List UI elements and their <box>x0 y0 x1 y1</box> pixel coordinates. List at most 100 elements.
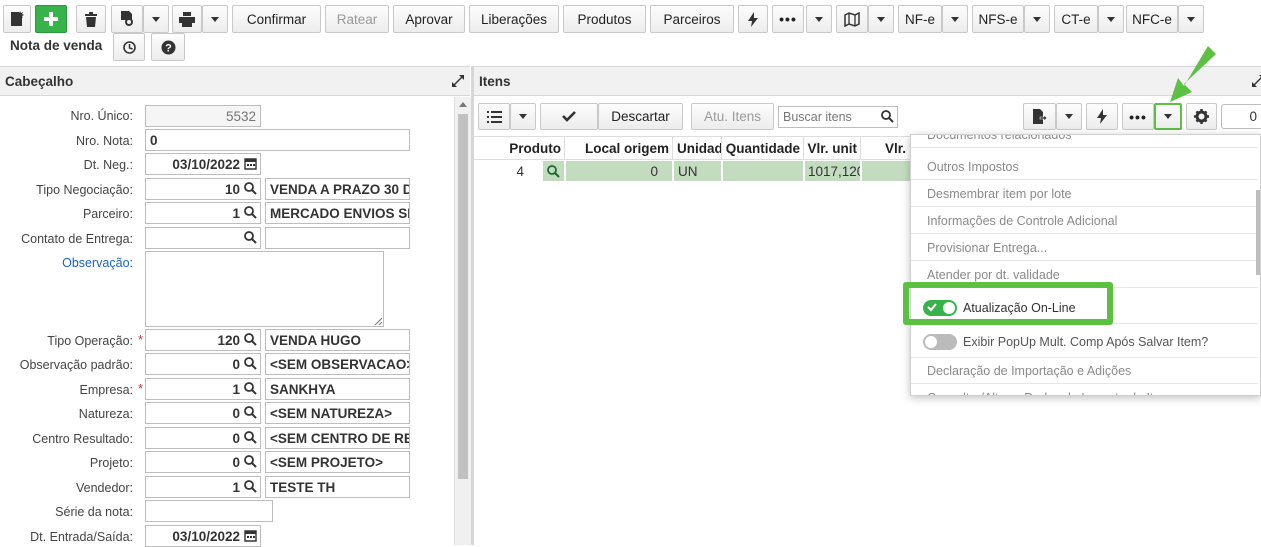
buscar-itens-input[interactable]: Buscar itens <box>778 106 898 128</box>
settings-button[interactable] <box>1186 103 1217 130</box>
cell-produto-lookup[interactable] <box>543 161 564 181</box>
produtos-button[interactable]: Produtos <box>563 5 646 33</box>
nfe-button[interactable]: NF-e <box>898 5 942 33</box>
obs-padrao-code-field[interactable]: 0 <box>145 353 261 375</box>
cte-button[interactable]: CT-e <box>1054 5 1098 33</box>
atu-itens-button[interactable]: Atu. Itens <box>691 103 774 130</box>
list-view-button[interactable] <box>478 103 510 130</box>
liberacoes-button[interactable]: Liberações <box>469 5 559 33</box>
menu-item-declaracao-importacao[interactable]: Declaração de Importação e Adições <box>911 358 1258 384</box>
search-icon[interactable] <box>244 382 257 395</box>
nfse-button[interactable]: NFS-e <box>972 5 1024 33</box>
actions-button[interactable] <box>738 5 768 33</box>
cabecalho-scrollbar[interactable] <box>454 97 471 545</box>
cell-vlr-unit[interactable]: 1017,120 <box>805 161 860 181</box>
dt-neg-field[interactable]: 03/10/2022 <box>145 153 261 175</box>
col-local-origem[interactable]: Local origem <box>565 137 673 159</box>
new-document-button[interactable] <box>3 5 31 33</box>
calendar-icon[interactable] <box>244 157 257 170</box>
search-icon[interactable] <box>244 455 257 468</box>
scroll-up-arrow[interactable] <box>459 102 467 107</box>
obs-padrao-desc-field[interactable]: <SEM OBSERVACAO> <box>265 353 410 375</box>
resize-handle-icon[interactable] <box>373 316 382 325</box>
contato-entrega-desc-field[interactable] <box>265 227 410 249</box>
menu-scrollbar-thumb[interactable] <box>1256 190 1260 275</box>
natureza-code-field[interactable]: 0 <box>145 402 261 424</box>
item-more-button[interactable]: ••• <box>1122 103 1154 130</box>
centro-resultado-desc-field[interactable]: <SEM CENTRO DE RE <box>265 427 410 449</box>
expand-icon[interactable] <box>452 75 464 87</box>
empresa-desc-field[interactable]: SANKHYA <box>265 378 410 400</box>
refresh-button[interactable] <box>113 33 145 61</box>
serie-nota-field[interactable] <box>145 500 273 522</box>
export-button[interactable] <box>1023 103 1056 130</box>
tipo-negociacao-desc-field[interactable]: VENDA A PRAZO 30 D <box>265 178 410 200</box>
cell-vlr-total[interactable] <box>862 161 910 181</box>
print-dropdown-button[interactable] <box>202 5 228 33</box>
tipo-operacao-code-field[interactable]: 120 <box>145 329 261 351</box>
col-unidade[interactable]: Unidad <box>673 137 722 159</box>
parceiro-code-field[interactable]: 1 <box>145 202 261 224</box>
projeto-code-field[interactable]: 0 <box>145 451 261 473</box>
vendedor-desc-field[interactable]: TESTE TH <box>265 476 410 498</box>
search-icon[interactable] <box>547 164 560 178</box>
preview-dropdown-button[interactable] <box>143 5 169 33</box>
more-button[interactable]: ••• <box>772 5 804 33</box>
nfce-button[interactable]: NFC-e <box>1126 5 1178 33</box>
search-icon[interactable] <box>244 431 257 444</box>
menu-item-desmembrar[interactable]: Desmembrar item por lote <box>911 181 1258 207</box>
calendar-icon[interactable] <box>244 529 257 542</box>
add-button[interactable] <box>35 5 67 33</box>
search-icon[interactable] <box>244 182 257 195</box>
col-produto[interactable]: Produto <box>474 137 565 159</box>
parceiro-desc-field[interactable]: MERCADO ENVIOS SE <box>265 202 410 224</box>
menu-item-controle-adicional[interactable]: Informações de Controle Adicional <box>911 208 1258 234</box>
cell-produto[interactable]: 4 <box>474 161 524 181</box>
cell-local-origem[interactable]: 0 <box>566 161 672 181</box>
nfse-dropdown-button[interactable] <box>1024 5 1050 33</box>
export-dropdown-button[interactable] <box>1056 103 1082 130</box>
map-dropdown-button[interactable] <box>868 5 894 33</box>
menu-item-consultar-imposto[interactable]: Consultar/Alterar Dados do Imposto do It… <box>911 385 1258 396</box>
map-button[interactable] <box>836 5 868 33</box>
menu-item-outros-impostos[interactable]: Outros Impostos <box>911 154 1258 180</box>
menu-item-popup-mult[interactable]: Exibir PopUp Mult. Comp Após Salvar Item… <box>911 326 1258 358</box>
preview-button[interactable] <box>111 5 143 33</box>
confirmar-button[interactable]: Confirmar <box>232 5 321 33</box>
print-button[interactable] <box>172 5 202 33</box>
search-icon[interactable] <box>244 206 257 219</box>
page-counter-field[interactable]: 0 <box>1221 104 1261 129</box>
search-icon[interactable] <box>244 357 257 370</box>
more-dropdown-button[interactable] <box>806 5 832 33</box>
vendedor-code-field[interactable]: 1 <box>145 476 261 498</box>
tipo-operacao-desc-field[interactable]: VENDA HUGO <box>265 329 410 351</box>
cte-dropdown-button[interactable] <box>1098 5 1124 33</box>
expand-icon[interactable] <box>1252 75 1261 87</box>
natureza-desc-field[interactable]: <SEM NATUREZA> <box>265 402 410 424</box>
item-more-dropdown-button[interactable] <box>1154 103 1182 130</box>
ratear-button[interactable]: Ratear <box>325 5 389 33</box>
list-view-dropdown-button[interactable] <box>510 103 536 130</box>
observacao-textarea[interactable] <box>145 251 384 327</box>
empresa-code-field[interactable]: 1 <box>145 378 261 400</box>
col-quantidade[interactable]: Quantidade <box>722 137 804 159</box>
help-button[interactable]: ? <box>151 33 185 61</box>
contato-entrega-code-field[interactable] <box>145 227 261 249</box>
search-icon[interactable] <box>244 333 257 346</box>
menu-item-documentos[interactable]: Documentos relacionados <box>911 135 1258 148</box>
cell-unidade[interactable]: UN <box>674 161 721 181</box>
parceiros-button[interactable]: Parceiros <box>650 5 734 33</box>
menu-item-provisionar[interactable]: Provisionar Entrega... <box>911 235 1258 261</box>
col-vlr-unit[interactable]: Vlr. unit <box>804 137 861 159</box>
popup-mult-toggle[interactable] <box>923 333 957 350</box>
observacao-label[interactable]: Observação: <box>62 256 133 270</box>
item-actions-button[interactable] <box>1086 103 1118 130</box>
tipo-negociacao-code-field[interactable]: 10 <box>145 178 261 200</box>
centro-resultado-code-field[interactable]: 0 <box>145 427 261 449</box>
search-icon[interactable] <box>244 231 257 244</box>
search-icon[interactable] <box>881 110 894 123</box>
dt-entrada-field[interactable]: 03/10/2022 <box>145 525 261 547</box>
aprovar-button[interactable]: Aprovar <box>393 5 465 33</box>
cell-quantidade[interactable] <box>723 161 803 181</box>
search-icon[interactable] <box>244 406 257 419</box>
